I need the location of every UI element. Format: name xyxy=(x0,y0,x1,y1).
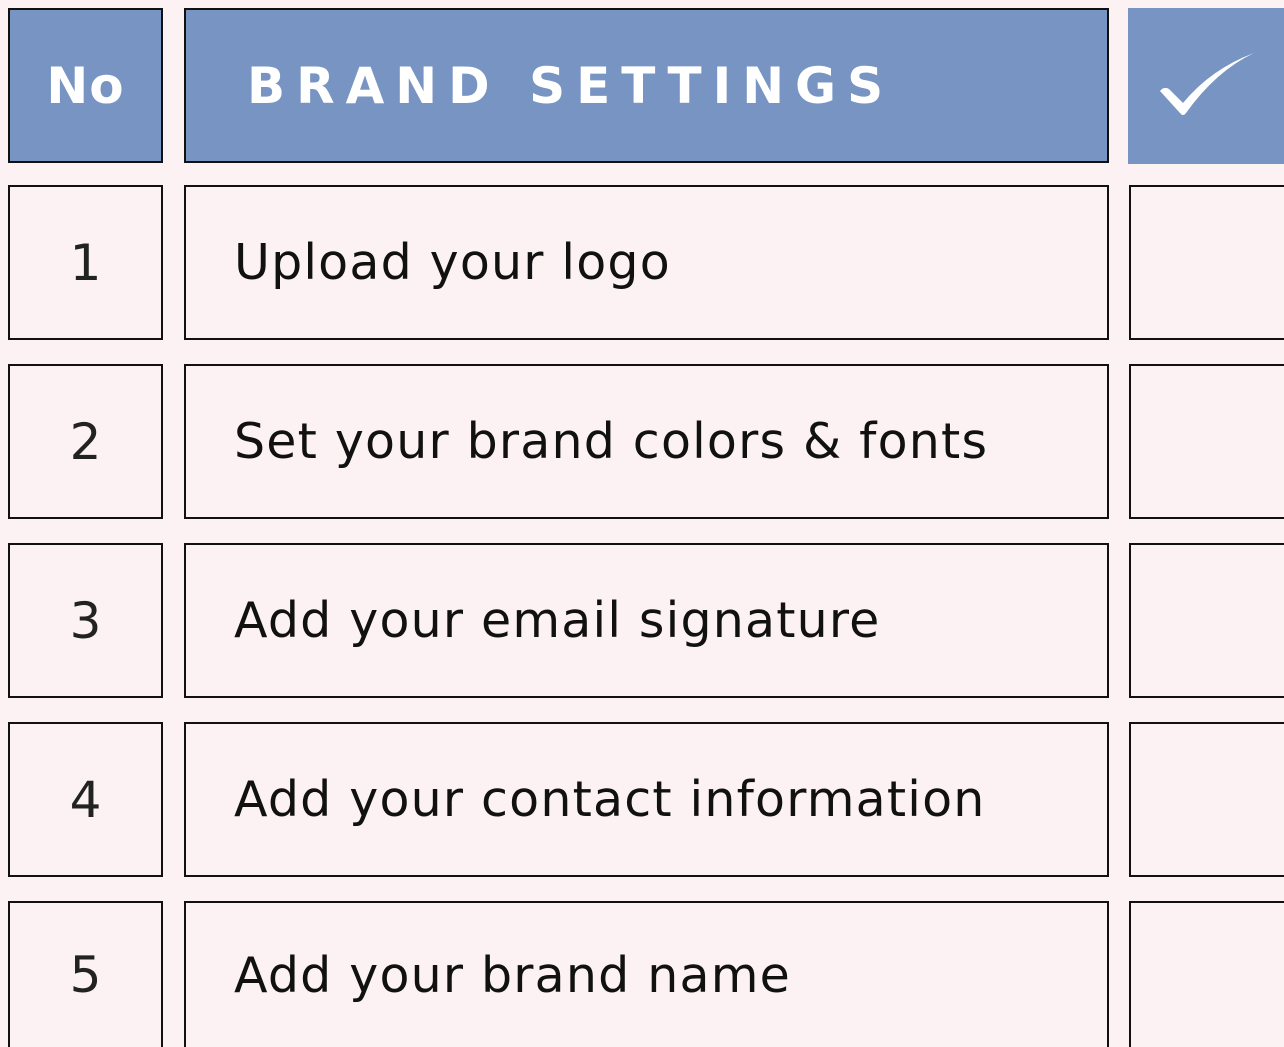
task-checkbox[interactable] xyxy=(1129,901,1284,1047)
task-checkbox[interactable] xyxy=(1129,185,1284,340)
row-number: 5 xyxy=(69,946,102,1004)
row-number: 2 xyxy=(69,412,102,471)
row-number-cell: 3 xyxy=(8,543,163,698)
task-cell: Add your brand name xyxy=(184,901,1109,1047)
row-number-cell: 4 xyxy=(8,722,163,877)
task-label: Add your email signature xyxy=(234,592,881,649)
row-number-cell: 5 xyxy=(8,901,163,1047)
task-cell: Add your contact information xyxy=(184,722,1109,877)
row-number-cell: 2 xyxy=(8,364,163,519)
task-cell: Set your brand colors & fonts xyxy=(184,364,1109,519)
task-label: Set your brand colors & fonts xyxy=(234,413,989,470)
task-label: Add your brand name xyxy=(234,946,791,1004)
task-checkbox[interactable] xyxy=(1129,364,1284,519)
task-label: Upload your logo xyxy=(234,234,671,291)
task-checkbox[interactable] xyxy=(1129,543,1284,698)
page-title: BRAND SETTINGS xyxy=(247,56,895,115)
task-cell: Add your email signature xyxy=(184,543,1109,698)
number-column-header: No xyxy=(8,8,163,163)
checklist-title-header: BRAND SETTINGS xyxy=(184,8,1109,163)
row-number: 3 xyxy=(69,591,102,650)
checkmark-icon xyxy=(1160,53,1254,115)
check-column-header xyxy=(1128,8,1284,164)
task-cell: Upload your logo xyxy=(184,185,1109,340)
number-header-label: No xyxy=(46,56,125,115)
row-number: 1 xyxy=(69,233,102,292)
task-checkbox[interactable] xyxy=(1129,722,1284,877)
row-number-cell: 1 xyxy=(8,185,163,340)
row-number: 4 xyxy=(69,770,102,829)
task-label: Add your contact information xyxy=(234,771,986,828)
